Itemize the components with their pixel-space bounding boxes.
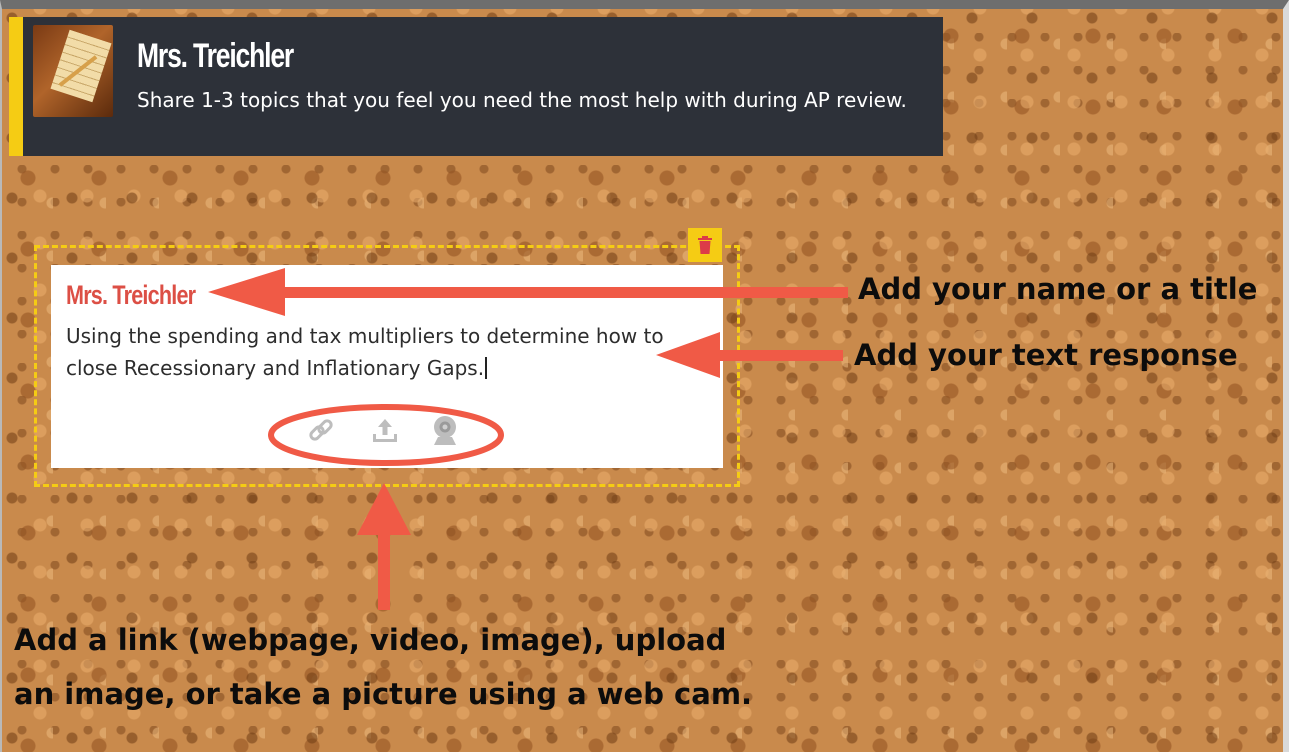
wall-description[interactable]: Share 1-3 topics that you feel you need … [137,85,917,115]
wall-header: Mrs. Treichler Share 1-3 topics that you… [9,17,943,156]
post-title[interactable]: Mrs. Treichler [66,280,196,311]
wall-avatar[interactable] [33,25,113,117]
post-body-field[interactable]: Using the spending and tax multipliers t… [66,320,706,384]
delete-post-button[interactable] [688,228,722,262]
annotation-text: Add your text response [854,338,1238,372]
text-cursor [485,357,488,379]
wall-title[interactable]: Mrs. Treichler [137,37,294,76]
link-icon [309,419,333,441]
webcam-icon [434,416,456,445]
annotation-attach-line1: Add a link (webpage, video, image), uplo… [14,623,727,657]
trash-icon [698,236,712,254]
arrow-to-attachments [357,483,411,610]
upload-button[interactable] [368,412,402,448]
add-link-button[interactable] [304,412,338,448]
webcam-button[interactable] [428,412,462,448]
annotation-name: Add your name or a title [858,272,1258,306]
post-body-text: Using the spending and tax multipliers t… [66,324,664,380]
upload-icon [373,419,397,442]
annotation-attach: Add a link (webpage, video, image), uplo… [14,613,752,721]
annotation-attach-line2: an image, or take a picture using a web … [14,677,753,711]
post-card[interactable]: Mrs. Treichler Using the spending and ta… [51,265,723,468]
